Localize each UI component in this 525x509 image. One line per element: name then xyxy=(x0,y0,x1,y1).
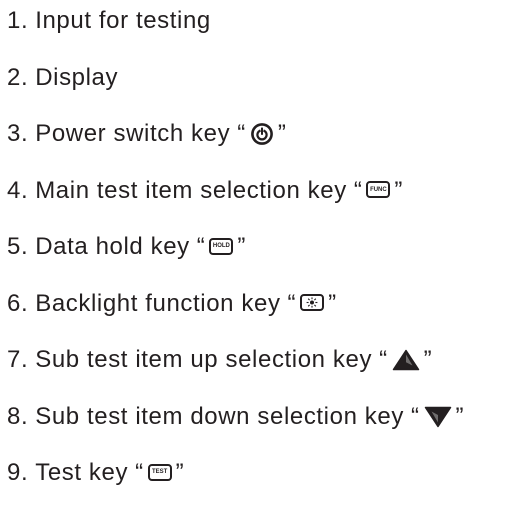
test-key-icon: TEST xyxy=(147,463,172,481)
close-quote: ” xyxy=(277,120,287,148)
list-item: 6. Backlight function key “ ” xyxy=(7,276,522,333)
func-key-label: FUNC xyxy=(370,186,387,193)
list-item: 2. Display xyxy=(7,50,522,107)
open-quote: “ xyxy=(196,233,206,261)
list-item: 5. Data hold key “ HOLD ” xyxy=(7,219,522,276)
item-number: 8. xyxy=(7,402,29,430)
item-number: 6. xyxy=(7,289,29,317)
item-number: 1. xyxy=(7,7,29,35)
close-quote: ” xyxy=(455,402,465,430)
item-label: Backlight function key xyxy=(35,289,281,317)
close-quote: ” xyxy=(423,346,433,374)
list-item: 9. Test key “ TEST ” xyxy=(7,445,522,502)
close-quote: ” xyxy=(237,233,246,261)
list-item: 7. Sub test item up selection key “ ” xyxy=(7,332,522,389)
test-key-label: TEST xyxy=(151,469,168,476)
up-triangle-icon xyxy=(392,349,420,371)
power-icon xyxy=(250,122,274,146)
item-label: Data hold key xyxy=(35,233,190,261)
component-list: 1. Input for testing 2. Display 3. Power… xyxy=(7,0,522,502)
item-number: 3. xyxy=(7,120,29,148)
open-quote: “ xyxy=(287,289,297,317)
item-number: 4. xyxy=(7,176,29,204)
item-label: Sub test item up selection key xyxy=(35,346,373,374)
open-quote: “ xyxy=(379,346,388,374)
hold-key-icon: HOLD xyxy=(209,237,234,255)
item-label: Main test item selection key xyxy=(35,176,347,204)
close-quote: ” xyxy=(175,459,185,487)
item-label: Display xyxy=(35,63,119,91)
list-item: 1. Input for testing xyxy=(7,0,522,50)
list-item: 3. Power switch key “ ” xyxy=(7,106,522,163)
list-item: 4. Main test item selection key “ FUNC ” xyxy=(7,163,522,220)
open-quote: “ xyxy=(410,402,420,430)
open-quote: “ xyxy=(237,120,246,148)
item-label: Test key xyxy=(35,459,129,487)
backlight-key-icon xyxy=(300,294,325,312)
close-quote: ” xyxy=(328,289,337,317)
open-quote: “ xyxy=(135,459,144,487)
open-quote: “ xyxy=(353,176,363,204)
down-triangle-icon xyxy=(424,406,452,428)
item-label: Power switch key xyxy=(35,120,231,148)
item-number: 5. xyxy=(7,233,29,261)
item-number: 9. xyxy=(7,459,29,487)
func-key-icon: FUNC xyxy=(366,181,391,199)
item-label: Input for testing xyxy=(35,7,211,35)
hold-key-label: HOLD xyxy=(212,243,230,250)
item-number: 2. xyxy=(7,63,29,91)
close-quote: ” xyxy=(394,176,403,204)
list-item: 8. Sub test item down selection key “ ” xyxy=(7,389,522,446)
item-number: 7. xyxy=(7,346,29,374)
item-label: Sub test item down selection key xyxy=(35,402,404,430)
